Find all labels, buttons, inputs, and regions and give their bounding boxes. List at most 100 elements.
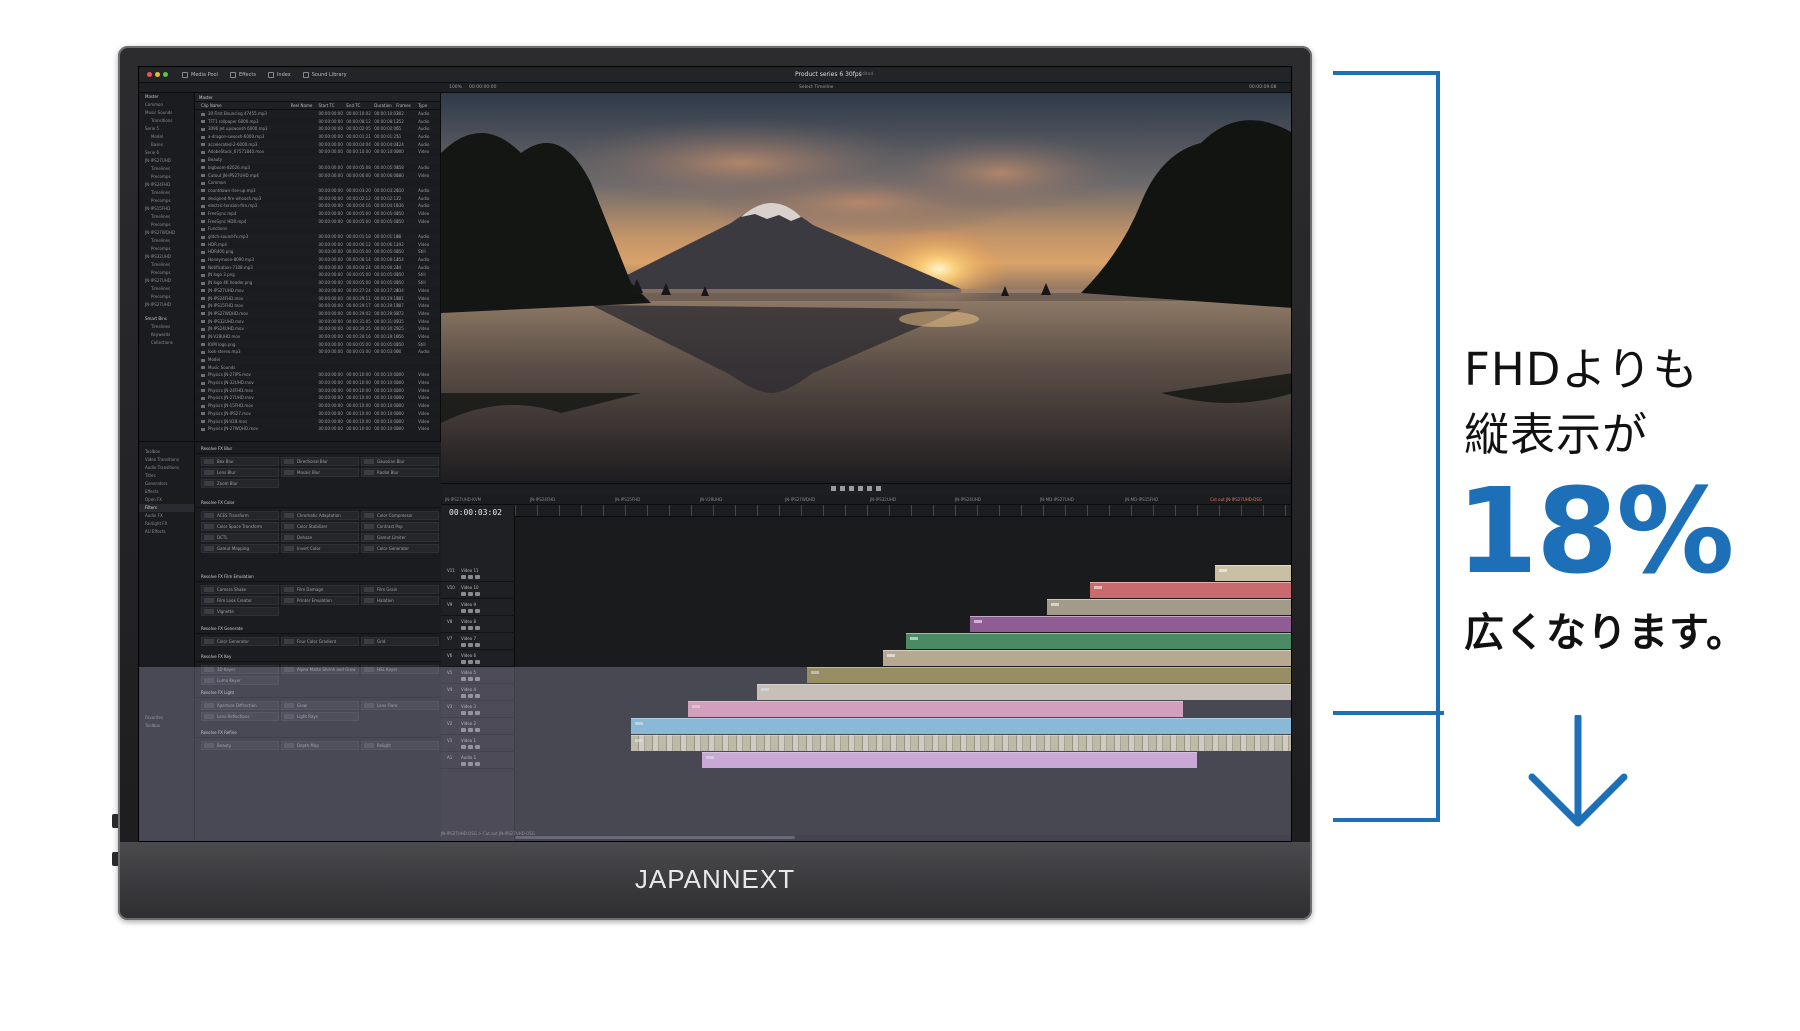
bin-item[interactable]: JN-IPS27UHD <box>139 301 194 309</box>
lock-icon[interactable] <box>461 745 466 749</box>
smart-bin-item[interactable]: Smart Bins <box>139 315 194 323</box>
effect-item[interactable]: Zoom Blur <box>201 479 279 488</box>
bin-item[interactable]: JN-IPS24FHD <box>139 181 194 189</box>
effect-item[interactable]: Dehaze <box>281 533 359 542</box>
effect-item[interactable]: Color Space Transform <box>201 522 279 531</box>
timeline-clip[interactable] <box>807 667 1291 683</box>
column-header[interactable]: Duration <box>374 102 396 109</box>
bin-item[interactable]: Master <box>139 93 194 101</box>
media-row[interactable]: AdobeStock_67571840.mov 00:00:00:00 00:00:… <box>195 148 440 156</box>
timeline-clip[interactable] <box>631 718 1291 734</box>
lock-icon[interactable] <box>461 660 466 664</box>
mute-icon[interactable] <box>475 728 480 732</box>
timeline-tab[interactable]: JN-IPS24UHD <box>955 497 981 502</box>
eye-icon[interactable] <box>468 677 473 681</box>
mute-icon[interactable] <box>475 643 480 647</box>
effects-nav-item[interactable]: Video Transitions <box>139 456 194 464</box>
track-header[interactable]: V7 Video 7 <box>441 633 515 650</box>
effects-nav-item[interactable]: Titles <box>139 472 194 480</box>
effect-item[interactable]: Mosaic Blur <box>281 468 359 477</box>
loop-icon[interactable] <box>876 486 881 491</box>
effect-item[interactable]: Grid <box>361 637 439 646</box>
lock-icon[interactable] <box>461 643 466 647</box>
timeline-tab[interactable]: JN-IPS24FHD <box>530 497 555 502</box>
lock-icon[interactable] <box>461 711 466 715</box>
effect-item[interactable]: Radial Blur <box>361 468 439 477</box>
effect-item[interactable]: DCTL <box>201 533 279 542</box>
effect-item[interactable]: Aperture Diffraction <box>201 701 279 710</box>
timeline-select[interactable]: Select Timeline <box>799 85 833 90</box>
timeline-ruler[interactable] <box>515 505 1291 517</box>
media-row[interactable]: HDR.mp4 00:00:00:00 00:00:06:12 00:00:06:12… <box>195 241 440 249</box>
bin-item[interactable]: Transitions <box>139 117 194 125</box>
media-row[interactable]: Physics JN-27UHD.mov 00:00:00:00 00:00:10:… <box>195 394 440 402</box>
bin-item[interactable]: Precomps <box>139 221 194 229</box>
media-row[interactable]: a-dragon-swoosh-6000.mp3 00:00:00:00 00:00… <box>195 133 440 141</box>
media-row[interactable]: Notification-7108.mp3 00:00:00:00 00:00:00… <box>195 263 440 272</box>
media-row[interactable]: Model <box>195 356 440 364</box>
tab-media-pool[interactable]: Media Pool <box>176 67 224 82</box>
timeline-tab[interactable]: Cut out JN-IPS27UHD-DSG <box>1210 497 1262 502</box>
bin-item[interactable]: Precomps <box>139 293 194 301</box>
timeline-clip[interactable] <box>631 735 1291 751</box>
effects-group-title[interactable]: Resolve FX Color <box>195 498 441 508</box>
timeline-clip[interactable] <box>970 616 1291 632</box>
effect-item[interactable]: Alpha Matte Shrink and Grow <box>281 665 359 674</box>
effect-item[interactable]: Light Rays <box>281 712 359 721</box>
track-header[interactable]: V5 Video 5 <box>441 667 515 684</box>
bin-item[interactable]: Precomps <box>139 245 194 253</box>
minimize-icon[interactable] <box>155 72 160 77</box>
track-header[interactable]: V2 Video 2 <box>441 718 515 735</box>
viewer[interactable] <box>441 93 1291 483</box>
track-header[interactable]: V4 Video 4 <box>441 684 515 701</box>
lock-icon[interactable] <box>461 694 466 698</box>
column-header[interactable]: Type <box>418 102 440 109</box>
effects-nav-item[interactable]: Fairlight FX <box>139 520 194 528</box>
media-row[interactable]: JN-IPS27UHD.mov 00:00:00:00 00:00:27:24 00:… <box>195 287 440 295</box>
media-row[interactable]: electric-tension-fire.mp3 00:00:00:00 00:0… <box>195 202 440 210</box>
eye-icon[interactable] <box>468 626 473 630</box>
effect-item[interactable]: HSL Keyer <box>361 665 439 674</box>
effects-group-title[interactable]: Resolve FX Key <box>195 652 441 662</box>
column-header[interactable]: Clip Name <box>195 102 291 109</box>
eye-icon[interactable] <box>468 575 473 579</box>
effect-item[interactable]: Lens Flare <box>361 701 439 710</box>
media-row[interactable]: TFT1 rollpaper 6000.mp3 00:00:00:00 00:00:… <box>195 118 440 126</box>
timeline-tab[interactable]: JN-IPS32UHD <box>870 497 896 502</box>
media-row[interactable]: Physics JN-15FHD.mov 00:00:00:00 00:00:10:… <box>195 402 440 410</box>
bin-item[interactable]: Timelines <box>139 213 194 221</box>
eye-icon[interactable] <box>468 728 473 732</box>
bin-item[interactable]: Bases <box>139 141 194 149</box>
timeline-tab[interactable]: JN-MD-IPS27UHD <box>1040 497 1074 502</box>
effect-item[interactable]: Glow <box>281 701 359 710</box>
effects-nav-item[interactable]: AU Effects <box>139 528 194 536</box>
lock-icon[interactable] <box>461 609 466 613</box>
lock-icon[interactable] <box>461 626 466 630</box>
effect-item[interactable]: Gaussian Blur <box>361 457 439 466</box>
effect-item[interactable]: Relight <box>361 741 439 750</box>
eye-icon[interactable] <box>468 592 473 596</box>
bin-item[interactable]: Precomps <box>139 173 194 181</box>
media-row[interactable]: FreeSync HDR.mp4 00:00:00:00 00:00:05:00 00… <box>195 217 440 226</box>
bin-item[interactable]: Serie 5 <box>139 125 194 133</box>
mute-icon[interactable] <box>475 575 480 579</box>
eye-icon[interactable] <box>468 660 473 664</box>
bin-item[interactable]: Timelines <box>139 285 194 293</box>
effect-item[interactable]: Depth Map <box>281 741 359 750</box>
smart-bin-item[interactable]: Collections <box>139 339 194 347</box>
mute-icon[interactable] <box>475 694 480 698</box>
timeline-clip[interactable] <box>906 633 1291 649</box>
effect-item[interactable]: Lens Blur <box>201 468 279 477</box>
mute-icon[interactable] <box>475 609 480 613</box>
tab-index[interactable]: Index <box>262 67 297 82</box>
timeline-timecode[interactable]: 00:00:03:02 <box>449 508 502 517</box>
effect-item[interactable]: ACES Transform <box>201 511 279 520</box>
column-header[interactable]: End TC <box>346 102 374 109</box>
timeline-clip[interactable] <box>702 752 1197 768</box>
skip-back-icon[interactable] <box>831 486 836 491</box>
timeline-area[interactable] <box>515 505 1291 841</box>
maximize-icon[interactable] <box>163 72 168 77</box>
effects-group-title[interactable]: Resolve FX Refine <box>195 728 441 738</box>
track-header[interactable]: V9 Video 9 <box>441 599 515 616</box>
media-row[interactable]: Cutout JN-IPS27UHD.mp4 00:00:00:00 00:00:0… <box>195 171 440 180</box>
